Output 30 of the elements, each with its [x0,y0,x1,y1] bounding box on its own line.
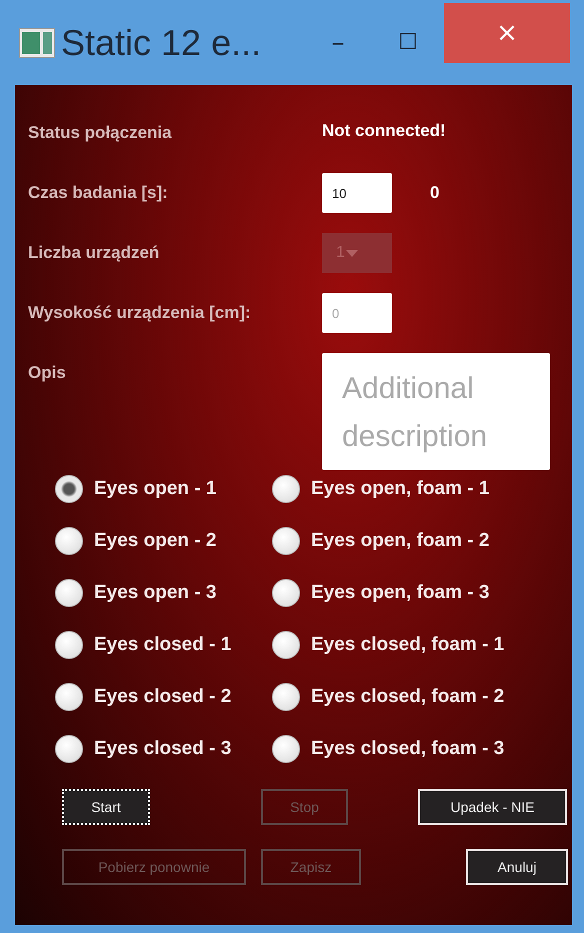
caret-icon [346,250,358,256]
minimize-button[interactable]: – [318,28,358,58]
radio-option[interactable]: Eyes closed, foam - 2 [272,671,572,723]
app-icon [19,28,55,58]
field-label: Status połączenia [28,122,173,143]
radio-option[interactable]: Eyes open - 1 [55,463,272,515]
field-label: Wysokość urządzenia [cm]: [28,302,252,323]
description-field[interactable]: Additional description [322,353,550,470]
action-button[interactable]: Anuluj [466,849,568,885]
status-text: Not connected! [322,120,447,142]
radio-option[interactable]: Eyes open - 3 [55,567,272,619]
maximize-button[interactable]: ☐ [388,30,428,55]
field-label: Opis [28,362,67,383]
counter-text: 0 [430,183,440,203]
radio-option[interactable]: Eyes closed - 3 [55,723,272,775]
window-title: Static 12 e... [61,22,262,64]
radio-option[interactable]: Eyes closed - 1 [55,619,272,671]
action-button[interactable]: Upadek - NIE [418,789,567,825]
action-button[interactable]: Start [62,789,150,825]
radio-option[interactable]: Eyes closed - 2 [55,671,272,723]
radio-option[interactable]: Eyes open, foam - 2 [272,515,572,567]
close-button[interactable]: × [444,3,570,63]
radio-option[interactable]: Eyes closed, foam - 1 [272,619,572,671]
radio-option[interactable]: Eyes closed, foam - 3 [272,723,572,775]
radio-option[interactable]: Eyes open - 2 [55,515,272,567]
input-field[interactable]: 10 [322,173,392,213]
field-label: Liczba urządzeń [28,242,160,263]
input-field[interactable]: 0 [322,293,392,333]
radio-option[interactable]: Eyes open, foam - 3 [272,567,572,619]
field-label: Czas badania [s]: [28,182,169,203]
